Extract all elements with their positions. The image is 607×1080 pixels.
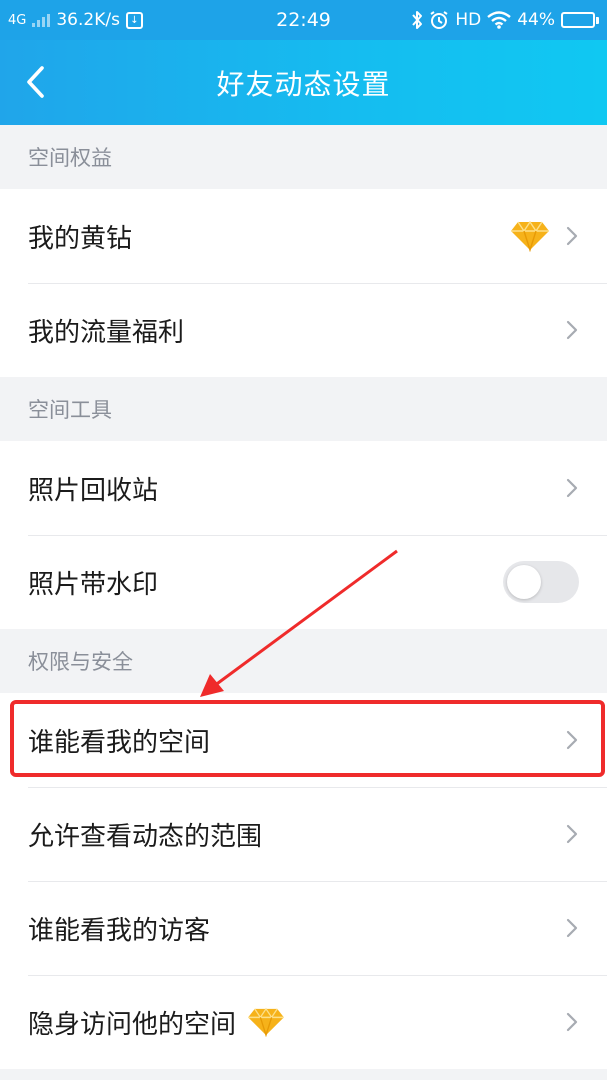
row-label: 我的黄钻: [28, 223, 133, 254]
status-left: 4G 36.2K/s ↓: [8, 10, 143, 30]
battery-icon: [561, 12, 599, 28]
row-label: 谁能看我的访客: [28, 915, 211, 946]
chevron-right-icon: [565, 917, 579, 939]
section-header-benefits: 空间权益: [0, 125, 607, 189]
chevron-left-icon: [27, 66, 44, 98]
title-bar: 好友动态设置: [0, 40, 607, 125]
back-button[interactable]: [12, 58, 58, 106]
row-my-yellow-diamond[interactable]: 我的黄钻: [0, 189, 607, 283]
row-label: 谁能看我的空间: [28, 727, 211, 758]
row-accessory: [565, 917, 579, 939]
row-label: 隐身访问他的空间: [28, 1009, 237, 1040]
row-accessory: [565, 319, 579, 341]
download-icon: ↓: [125, 11, 143, 29]
row-label: 照片带水印: [28, 569, 159, 600]
signal-icon: [32, 13, 51, 27]
network-type: 4G: [8, 12, 27, 28]
row-accessory: [565, 729, 579, 751]
bluetooth-icon: [412, 11, 423, 29]
chevron-right-icon: [565, 319, 579, 341]
status-right: HD 44%: [411, 10, 599, 30]
row-my-traffic-benefits[interactable]: 我的流量福利: [0, 283, 607, 377]
row-accessory: [565, 1011, 579, 1033]
section-header-privacy: 权限与安全: [0, 629, 607, 693]
row-accessory: [503, 561, 579, 603]
hd-indicator: HD: [455, 10, 482, 30]
wifi-icon: [487, 11, 511, 29]
row-label: 允许查看动态的范围: [28, 821, 263, 852]
screen: 4G 36.2K/s ↓ 22:49 HD 44% 好友动态设置 空间权益 我的…: [0, 0, 607, 1080]
watermark-toggle[interactable]: [503, 561, 579, 603]
row-label-wrap: 隐身访问他的空间: [28, 1004, 565, 1041]
row-photo-recycle-bin[interactable]: 照片回收站: [0, 441, 607, 535]
row-stealth-visit[interactable]: 隐身访问他的空间: [0, 975, 607, 1069]
chevron-right-icon: [565, 1011, 579, 1033]
diamond-icon: [248, 1007, 284, 1037]
row-feed-visibility-range[interactable]: 允许查看动态的范围: [0, 787, 607, 881]
row-accessory: [565, 477, 579, 499]
section-header-tools: 空间工具: [0, 377, 607, 441]
row-photo-watermark: 照片带水印: [0, 535, 607, 629]
row-accessory: [565, 823, 579, 845]
row-who-can-see-my-space[interactable]: 谁能看我的空间: [0, 693, 607, 787]
chevron-right-icon: [565, 729, 579, 751]
chevron-right-icon: [565, 477, 579, 499]
page-title: 好友动态设置: [216, 67, 391, 101]
toggle-knob: [507, 565, 541, 599]
settings-list: 空间权益 我的黄钻 我的流量福利 空间工具 照片回收站 照片带水印 权限与安全 …: [0, 125, 607, 1069]
row-who-can-see-my-visitors[interactable]: 谁能看我的访客: [0, 881, 607, 975]
diamond-icon: [511, 220, 549, 252]
battery-percent: 44%: [517, 10, 555, 30]
alarm-icon: [430, 11, 448, 29]
network-speed: 36.2K/s: [56, 10, 120, 30]
status-bar: 4G 36.2K/s ↓ 22:49 HD 44%: [0, 0, 607, 40]
row-label: 照片回收站: [28, 475, 159, 506]
chevron-right-icon: [565, 225, 579, 247]
row-label: 我的流量福利: [28, 317, 185, 348]
chevron-right-icon: [565, 823, 579, 845]
row-accessory: [509, 220, 579, 252]
